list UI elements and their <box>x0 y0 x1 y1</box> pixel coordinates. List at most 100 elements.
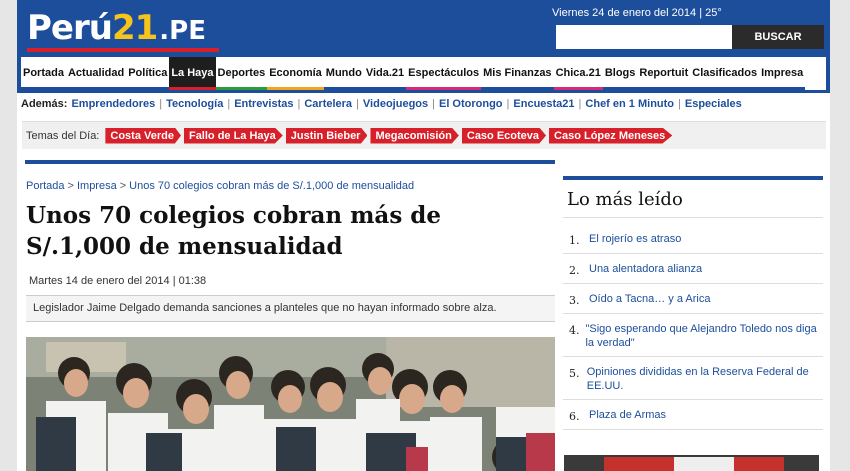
secondary-nav-separator: | <box>578 98 582 110</box>
most-read-link[interactable]: "Sigo esperando que Alejandro Toledo nos… <box>585 320 819 350</box>
search-input[interactable] <box>556 25 732 49</box>
nav-item-label: Mis Finanzas <box>483 67 552 79</box>
flag-teaser-illustration <box>564 455 819 471</box>
most-read-rank: 5. <box>569 367 580 380</box>
logo-tld-text: .PE <box>159 16 206 46</box>
most-read-item[interactable]: 3. Oído a Tacna… y a Arica <box>563 284 823 314</box>
most-read-link[interactable]: Plaza de Armas <box>589 406 666 422</box>
students-photo-illustration <box>26 337 555 471</box>
secondary-nav-separator: | <box>678 98 681 110</box>
nav-item-label: Chica.21 <box>555 67 601 79</box>
nav-item-economía[interactable]: Economía <box>267 57 324 90</box>
nav-item-clasificados[interactable]: Clasificados <box>690 57 760 90</box>
nav-item-vida-21[interactable]: Vida.21 <box>363 57 407 90</box>
most-read-link[interactable]: El rojerío es atraso <box>589 230 681 246</box>
search-button[interactable]: BUSCAR <box>732 25 824 49</box>
secondary-nav-separator: | <box>297 98 301 110</box>
sidebar-image-teaser[interactable] <box>564 455 819 471</box>
page-gutter-right <box>830 0 850 471</box>
secondary-nav-link[interactable]: Especiales <box>685 98 742 110</box>
most-read-item[interactable]: 1. El rojerío es atraso <box>563 224 823 254</box>
nav-item-espectáculos[interactable]: Espectáculos <box>406 57 482 90</box>
page-gutter-left <box>0 0 17 471</box>
secondary-nav-separator: | <box>227 98 231 110</box>
breadcrumb: Portada > Impresa > Unos 70 colegios cobran … <box>26 180 414 192</box>
topics-bar: Temas del Día: Costa Verde Fallo de La Ha… <box>22 121 826 149</box>
logo-main-text: Perú <box>27 8 113 48</box>
secondary-nav-link[interactable]: El Otorongo <box>439 98 503 110</box>
topic-tag[interactable]: Fallo de La Haya <box>183 127 283 144</box>
article-summary: Legislador Jaime Delgado demanda sancion… <box>26 296 555 322</box>
nav-item-política[interactable]: Política <box>126 57 170 90</box>
secondary-nav-separator: | <box>432 98 435 110</box>
article-headline: Unos 70 colegios cobran más de S/.1,000 … <box>26 202 442 260</box>
most-read-item[interactable]: 5. Opiniones divididas en la Reserva Fede… <box>563 357 823 400</box>
nav-item-label: Vida.21 <box>365 67 405 79</box>
nav-item-label: Economía <box>269 67 322 79</box>
secondary-nav-link[interactable]: Entrevistas <box>234 98 293 110</box>
nav-item-mundo[interactable]: Mundo <box>323 57 364 90</box>
nav-item-actualidad[interactable]: Actualidad <box>65 57 127 90</box>
nav-item-blogs[interactable]: Blogs <box>602 57 638 90</box>
nav-item-label: Clasificados <box>692 67 758 79</box>
topic-tag[interactable]: Justin Bieber <box>285 127 368 144</box>
breadcrumb-item-home[interactable]: Portada <box>26 180 65 192</box>
nav-item-label: Reportuit <box>639 67 689 79</box>
nav-item-label: Deportes <box>217 67 266 79</box>
nav-item-label: Actualidad <box>67 67 125 79</box>
nav-item-label: Portada <box>23 67 64 79</box>
secondary-nav-link[interactable]: Videojuegos <box>363 98 428 110</box>
secondary-nav-separator: | <box>506 98 510 110</box>
most-read-item[interactable]: 2. Una alentadora alianza <box>563 254 823 284</box>
nav-item-mis-finanzas[interactable]: Mis Finanzas <box>481 57 554 90</box>
main-nav-border <box>17 90 830 93</box>
breadcrumb-separator: > <box>119 180 127 192</box>
most-read-item[interactable]: 6. Plaza de Armas <box>563 400 823 430</box>
topic-tag[interactable]: Megacomisión <box>370 127 459 144</box>
nav-item-reportuit[interactable]: Reportuit <box>637 57 691 90</box>
most-read-list: 1. El rojerío es atraso 2. Una alentadora a… <box>563 224 823 430</box>
most-read-link[interactable]: Opiniones divididas en la Reserva Federa… <box>587 363 819 393</box>
page: Perú 21 .PE Viernes 24 de enero del 2014… <box>17 0 830 471</box>
nav-item-label: La Haya <box>171 67 214 79</box>
date-weather: Viernes 24 de enero del 2014 | 25° <box>552 7 722 19</box>
secondary-nav-link[interactable]: Tecnología <box>166 98 223 110</box>
topic-tag[interactable]: Caso Ecoteva <box>461 127 547 144</box>
article-top-border <box>25 160 555 164</box>
most-read-rank: 6. <box>569 410 580 423</box>
breadcrumb-item-section[interactable]: Impresa <box>77 180 117 192</box>
most-read-rank: 3. <box>569 294 580 307</box>
most-read-item[interactable]: 4. "Sigo esperando que Alejandro Toledo n… <box>563 314 823 357</box>
nav-item-label: Política <box>128 67 168 79</box>
secondary-nav-link[interactable]: Chef en 1 Minuto <box>585 98 674 110</box>
nav-item-label: Blogs <box>604 67 636 79</box>
nav-item-label: Mundo <box>325 67 362 79</box>
most-read-link[interactable]: Oído a Tacna… y a Arica <box>589 290 710 306</box>
breadcrumb-item-current[interactable]: Unos 70 colegios cobran más de S/.1,000 … <box>129 180 414 192</box>
nav-item-label: Impresa <box>761 67 804 79</box>
nav-item-la-haya[interactable]: La Haya <box>169 57 216 90</box>
site-logo[interactable]: Perú 21 .PE <box>27 8 206 52</box>
secondary-nav-link[interactable]: Cartelera <box>304 98 352 110</box>
nav-item-impresa[interactable]: Impresa <box>759 57 806 90</box>
topics-label: Temas del Día: <box>26 129 100 142</box>
most-read-title: Lo más leído <box>563 180 823 218</box>
most-read-link[interactable]: Una alentadora alianza <box>589 260 702 276</box>
secondary-nav-separator: | <box>356 98 359 110</box>
site-header: Perú 21 .PE Viernes 24 de enero del 2014… <box>17 0 830 57</box>
secondary-nav-label: Además: <box>21 98 68 110</box>
article-photo[interactable] <box>26 337 555 471</box>
topic-tag[interactable]: Caso López Meneses <box>549 127 673 144</box>
secondary-nav-link[interactable]: Emprendedores <box>71 98 155 110</box>
nav-item-chica-21[interactable]: Chica.21 <box>553 57 603 90</box>
logo-underline <box>27 48 219 52</box>
most-read-rank: 1. <box>569 234 580 247</box>
topic-tag[interactable]: Costa Verde <box>105 127 181 144</box>
most-read-rank: 4. <box>569 324 580 337</box>
nav-item-portada[interactable]: Portada <box>21 57 66 90</box>
secondary-nav-separator: | <box>159 98 163 110</box>
secondary-nav: Además: Emprendedores | Tecnología | Entrevi… <box>21 96 826 112</box>
secondary-nav-link[interactable]: Encuesta21 <box>513 98 574 110</box>
most-read-rank: 2. <box>569 264 580 277</box>
nav-item-deportes[interactable]: Deportes <box>215 57 268 90</box>
